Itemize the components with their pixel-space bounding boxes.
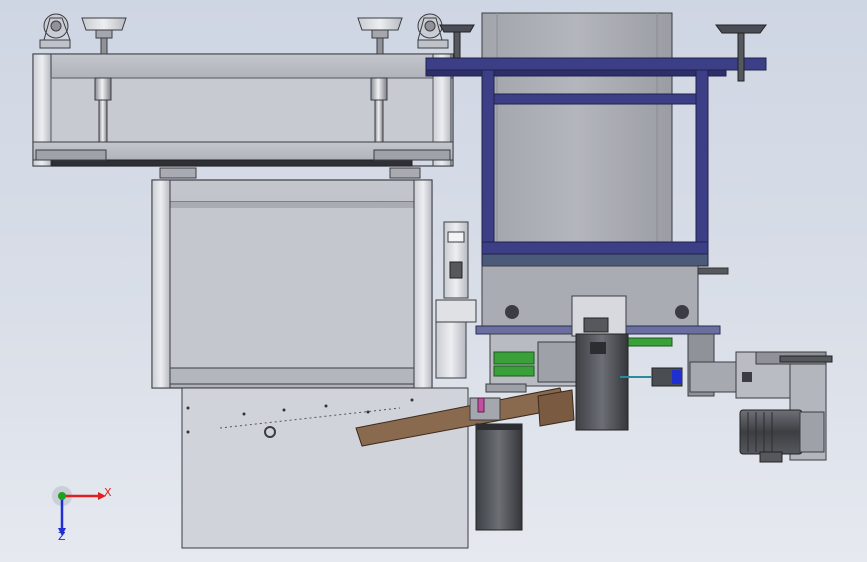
- top-trolley-frame: [32, 53, 454, 179]
- x-axis-label: X: [104, 486, 112, 499]
- cad-viewport[interactable]: X Z: [0, 0, 867, 562]
- vertical-column-housing: [481, 12, 673, 272]
- lower-motor: [475, 423, 523, 531]
- cad-model-view[interactable]: [0, 0, 867, 562]
- lower-cabinet-frame: [151, 179, 433, 389]
- spindle-head: [571, 295, 629, 431]
- z-axis-label: Z: [58, 530, 66, 543]
- axis-triad: X Z: [48, 482, 118, 544]
- caster-wheel-left: [39, 13, 71, 49]
- lower-base-panel: [181, 387, 469, 549]
- pneumatic-cylinder: [435, 221, 477, 379]
